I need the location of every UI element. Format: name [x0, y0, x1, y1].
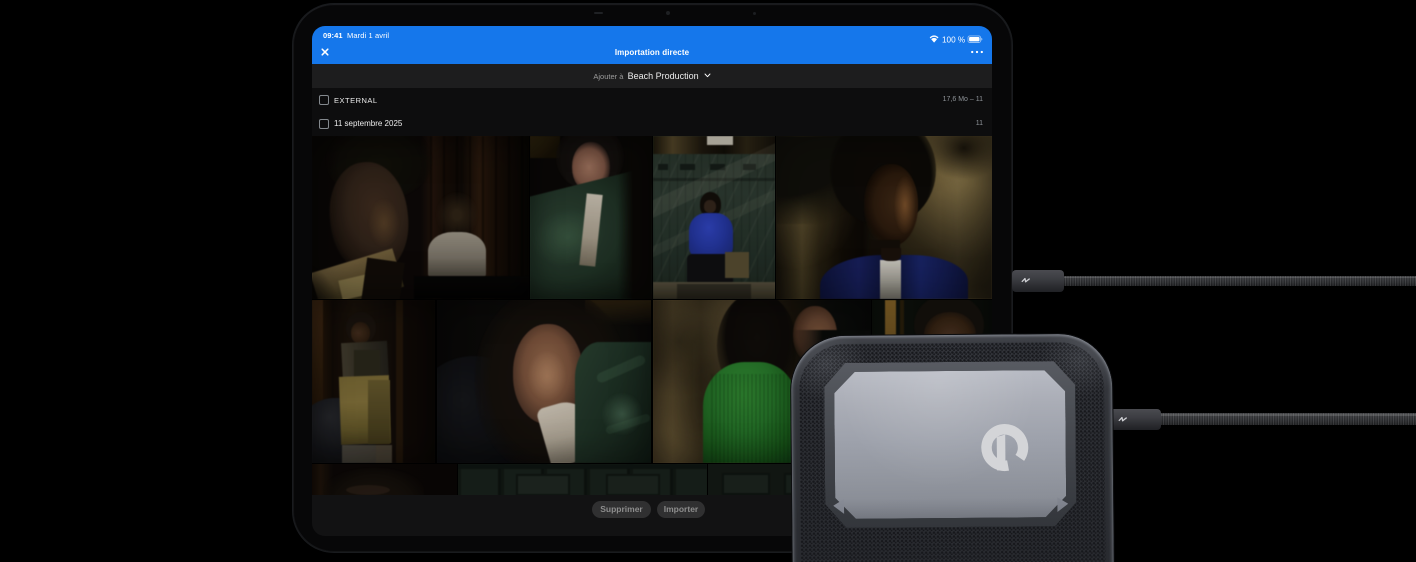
- svg-text:100 %: 100 %: [942, 36, 965, 44]
